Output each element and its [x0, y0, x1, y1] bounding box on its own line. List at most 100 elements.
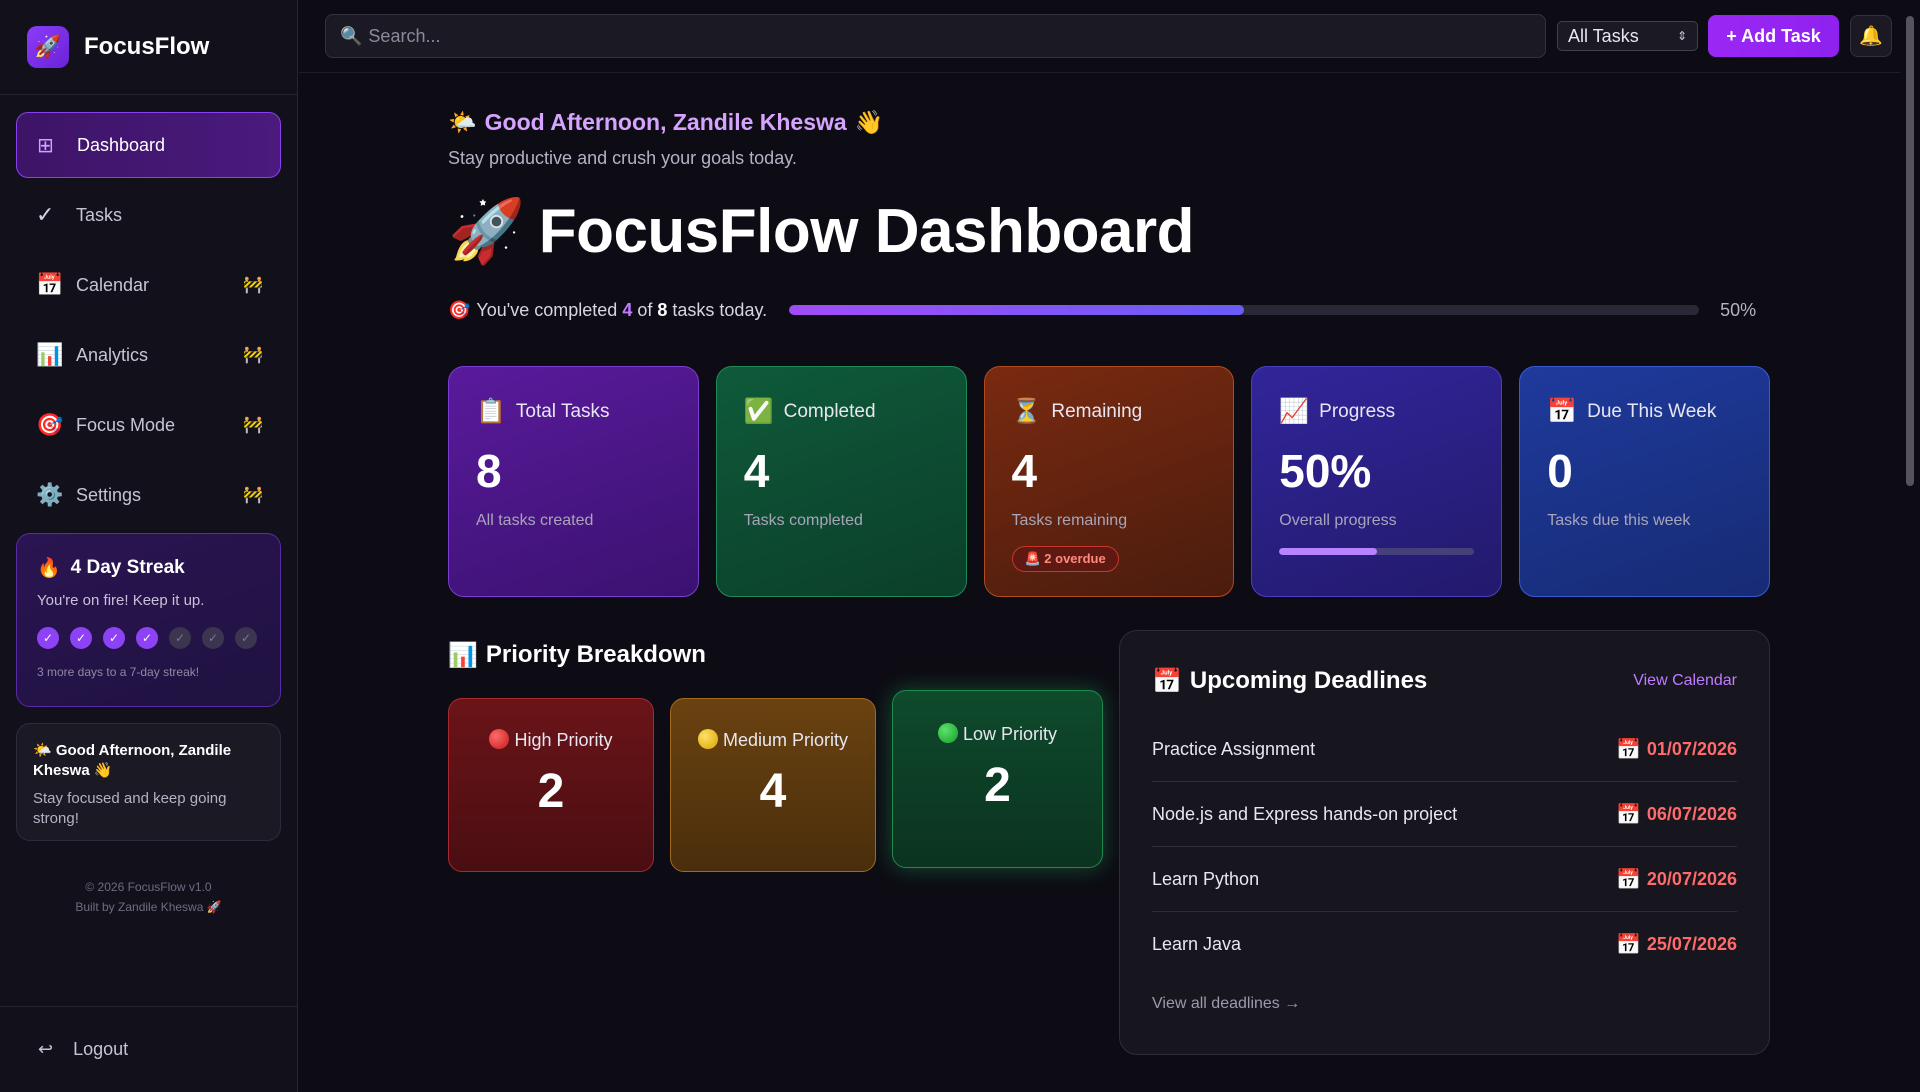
greeting-text: Good Afternoon, Zandile Kheswa — [484, 109, 847, 135]
task-filter-select[interactable]: All Tasks ⇕ — [1557, 21, 1698, 51]
scrollbar-thumb[interactable] — [1906, 16, 1914, 486]
deadline-row[interactable]: Learn Python 📅 20/07/2026 — [1152, 847, 1737, 912]
calendar-icon: 📅 — [1616, 738, 1641, 761]
priority-title: 📊 Priority Breakdown — [448, 640, 1103, 670]
stat-card-total-tasks[interactable]: 📋 Total Tasks 8 All tasks created — [448, 366, 699, 597]
greeting: 🌤️ Good Afternoon, Zandile Kheswa 👋 — [448, 109, 1770, 136]
greeting-card-subtitle: Stay focused and keep going strong! — [33, 790, 227, 827]
view-calendar-link[interactable]: View Calendar — [1633, 672, 1737, 690]
priority-breakdown: 📊 Priority Breakdown High Priority 2 Med… — [448, 640, 1103, 1055]
stat-card-label: 📅 Due This Week — [1547, 397, 1742, 426]
deadline-date: 📅 25/07/2026 — [1616, 932, 1737, 957]
stat-card-label-text: Completed — [783, 400, 876, 422]
credits: Built by Zandile Kheswa 🚀 — [75, 900, 222, 914]
streak-note: 3 more days to a 7-day streak! — [37, 665, 200, 679]
sun-cloud-icon: 🌤️ — [448, 109, 477, 135]
streak-day-check-icon: ✓ — [103, 627, 125, 649]
stat-card-label: ⏳ Remaining — [1012, 397, 1207, 426]
rocket-logo-icon: 🚀 — [27, 26, 69, 68]
sidebar-item-label: Dashboard — [77, 134, 166, 155]
stat-card-label-text: Total Tasks — [515, 400, 610, 422]
deadline-date: 📅 06/07/2026 — [1616, 802, 1737, 827]
topbar: 🔍 All Tasks ⇕ + Add Task 🔔 — [299, 0, 1900, 73]
logout-button[interactable]: ↩ Logout — [0, 1006, 297, 1092]
yellow-circle-icon — [697, 729, 718, 749]
stat-card-label-text: Progress — [1319, 400, 1396, 422]
progress-total: 8 — [657, 299, 668, 320]
calendar-icon: 📅 — [36, 272, 64, 297]
stat-card-value: 8 — [476, 445, 502, 497]
stat-card-value: 0 — [1547, 445, 1573, 497]
stat-card-label: 📈 Progress — [1279, 397, 1474, 426]
wave-icon: 👋 — [854, 109, 884, 135]
deadline-date-text: 25/07/2026 — [1646, 934, 1737, 954]
streak-day-check-icon: ✓ — [235, 627, 257, 649]
stat-card-due-this-week[interactable]: 📅 Due This Week 0 Tasks due this week — [1519, 366, 1770, 597]
progress-completed: 4 — [622, 299, 633, 320]
deadline-row[interactable]: Learn Java 📅 25/07/2026 — [1152, 912, 1737, 977]
sidebar-nav: ⊞ Dashboard ✓ Tasks 📅 Calendar 🚧 📊 Analy… — [0, 95, 297, 528]
stat-card-value: 4 — [1011, 445, 1038, 497]
construction-icon: 🚧 — [243, 277, 263, 294]
streak-day-check-icon: ✓ — [136, 627, 158, 649]
upcoming-deadlines: 📅 Upcoming Deadlines View Calendar Pract… — [1119, 630, 1770, 1055]
priority-card-low[interactable]: Low Priority 2 — [892, 690, 1103, 868]
add-task-button[interactable]: + Add Task — [1708, 15, 1839, 57]
mini-progress-bar — [1279, 548, 1475, 555]
deadline-name: Practice Assignment — [1152, 738, 1316, 759]
clipboard-icon: 📋 — [476, 398, 506, 425]
chart-increasing-icon: 📈 — [1279, 398, 1310, 425]
scrollbar[interactable] — [1902, 0, 1920, 1092]
calendar-icon: 📅 — [1547, 398, 1578, 425]
priority-card-high[interactable]: High Priority 2 — [448, 698, 654, 872]
check-icon: ✓ — [36, 202, 55, 227]
deadlines-title: 📅 Upcoming Deadlines — [1152, 667, 1427, 696]
task-filter-value: All Tasks — [1568, 25, 1639, 46]
deadline-name: Learn Python — [1152, 868, 1260, 889]
search-box[interactable]: 🔍 — [325, 14, 1546, 58]
sidebar-item-settings[interactable]: ⚙️ Settings 🚧 — [16, 462, 281, 528]
sidebar-item-label: Calendar — [76, 274, 150, 295]
calendar-icon: 📅 — [1616, 868, 1641, 891]
grid-icon: ⊞ — [37, 134, 54, 157]
greeting-card: 🌤️ Good Afternoon, Zandile Kheswa 👋 Stay… — [16, 723, 281, 841]
construction-icon: 🚧 — [243, 347, 263, 364]
progress-of: of — [637, 299, 653, 320]
progress-bar — [789, 305, 1700, 315]
stat-card-subtitle: Tasks remaining — [1011, 512, 1128, 529]
stat-card-label: ✅ Completed — [744, 397, 939, 426]
priority-card-label-text: High Priority — [514, 730, 613, 750]
sidebar-item-calendar[interactable]: 📅 Calendar 🚧 — [16, 252, 281, 318]
sidebar-item-focus-mode[interactable]: 🎯 Focus Mode 🚧 — [16, 392, 281, 458]
red-circle-icon — [489, 729, 510, 749]
stat-card-subtitle: Tasks due this week — [1547, 512, 1691, 529]
stat-card-progress[interactable]: 📈 Progress 50% Overall progress — [1251, 366, 1503, 597]
stat-cards: 📋 Total Tasks 8 All tasks created ✅ Comp… — [448, 366, 1770, 597]
stat-card-completed[interactable]: ✅ Completed 4 Tasks completed — [715, 366, 967, 597]
copyright: © 2026 FocusFlow v1.0 — [85, 880, 212, 894]
streak-card: 🔥 4 Day Streak You're on fire! Keep it u… — [16, 533, 281, 707]
priority-card-value: 4 — [759, 765, 787, 818]
sidebar: 🚀 FocusFlow ⊞ Dashboard ✓ Tasks 📅 Calend… — [0, 0, 298, 1092]
deadline-row[interactable]: Practice Assignment 📅 01/07/2026 — [1152, 717, 1737, 782]
streak-day-check-icon: ✓ — [37, 627, 59, 649]
deadlines-header: 📅 Upcoming Deadlines View Calendar — [1152, 665, 1737, 697]
deadline-date-text: 20/07/2026 — [1646, 868, 1737, 889]
deadline-row[interactable]: Node.js and Express hands-on project 📅 06/… — [1152, 782, 1737, 847]
sidebar-item-dashboard[interactable]: ⊞ Dashboard — [16, 112, 281, 178]
stat-card-remaining[interactable]: ⏳ Remaining 4 Tasks remaining 🚨 2 overdu… — [983, 366, 1235, 597]
brand[interactable]: 🚀 FocusFlow — [0, 0, 297, 95]
view-all-deadlines-link[interactable]: View all deadlines → — [1152, 995, 1737, 1013]
green-circle-icon — [937, 723, 958, 743]
bell-icon[interactable]: 🔔 — [1850, 15, 1892, 57]
priority-card-medium[interactable]: Medium Priority 4 — [670, 698, 876, 872]
streak-day-check-icon: ✓ — [70, 627, 92, 649]
search-input[interactable] — [368, 25, 1519, 47]
priority-title-text: Priority Breakdown — [485, 641, 706, 668]
sidebar-item-analytics[interactable]: 📊 Analytics 🚧 — [16, 322, 281, 388]
stat-card-subtitle: Overall progress — [1279, 512, 1397, 529]
deadlines-list: Practice Assignment 📅 01/07/2026 Node.js an… — [1152, 717, 1737, 977]
sidebar-item-tasks[interactable]: ✓ Tasks — [16, 182, 281, 248]
sidebar-item-label: Tasks — [76, 204, 123, 225]
construction-icon: 🚧 — [243, 487, 263, 504]
